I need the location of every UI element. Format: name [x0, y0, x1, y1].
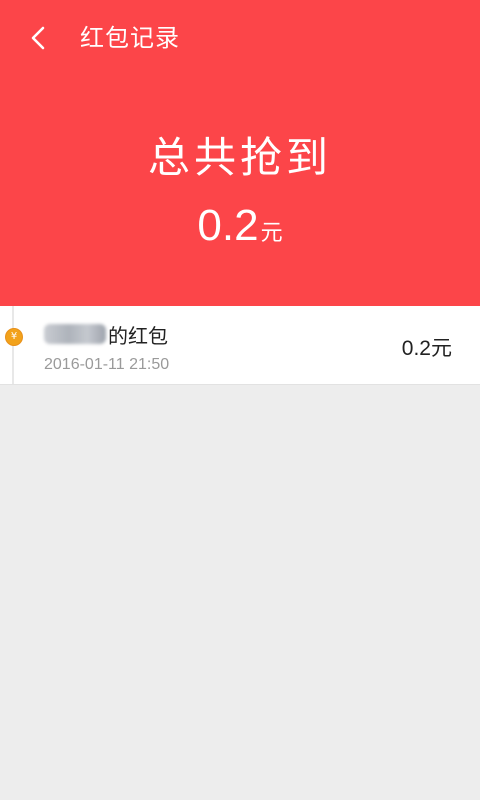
total-received-amount: 0.2元 [0, 196, 480, 265]
total-received-label: 总共抢到 [147, 133, 332, 182]
summary-header: 红包记录 总共抢到 0.2元 [0, 0, 480, 306]
record-amount-unit: 元 [431, 336, 452, 360]
red-packet-records-screen: 红包记录 总共抢到 0.2元 ¥ 的红包 2016-01-11 21:50 0.… [0, 0, 480, 800]
record-title-suffix: 的红包 [108, 323, 168, 348]
page-title: 红包记录 [80, 24, 180, 52]
chevron-left-icon [31, 26, 45, 50]
sender-name-blurred [44, 324, 106, 344]
record-amount: 0.2元 [402, 332, 452, 362]
record-timestamp: 2016-01-11 21:50 [44, 356, 170, 373]
record-list: ¥ 的红包 2016-01-11 21:50 0.2元 [0, 306, 480, 385]
record-title: 的红包 [44, 320, 168, 348]
record-amount-value: 0.2 [401, 337, 431, 360]
total-amount-value: 0.2 [197, 201, 259, 250]
back-button[interactable] [14, 14, 62, 62]
coin-icon: ¥ [5, 328, 23, 346]
total-amount-unit: 元 [260, 221, 283, 246]
list-item[interactable]: ¥ 的红包 2016-01-11 21:50 0.2元 [0, 306, 480, 385]
